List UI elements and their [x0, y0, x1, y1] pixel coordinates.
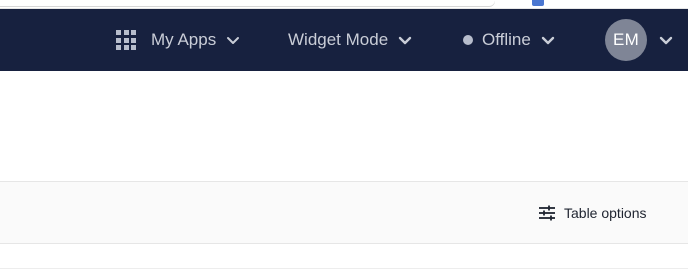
- status-menu-button[interactable]: Offline: [463, 9, 555, 71]
- avatar-initials: EM: [613, 30, 639, 49]
- chevron-down-icon: [226, 33, 240, 47]
- user-menu-button[interactable]: EM: [605, 9, 673, 71]
- chevron-down-icon: [659, 33, 673, 47]
- content-area: [0, 71, 688, 181]
- extension-icon[interactable]: [532, 0, 544, 6]
- table-options-label: Table options: [564, 204, 647, 221]
- app-header: My Apps Widget Mode Offline EM: [0, 9, 688, 71]
- table-toolbar: Table options: [0, 181, 688, 244]
- browser-toolbar-edge: [0, 0, 688, 9]
- avatar: EM: [605, 19, 647, 61]
- chevron-down-icon: [398, 33, 412, 47]
- my-apps-label: My Apps: [151, 30, 217, 49]
- widget-mode-label: Widget Mode: [288, 30, 389, 49]
- widget-mode-menu-button[interactable]: Widget Mode: [288, 9, 412, 71]
- status-label: Offline: [482, 30, 531, 49]
- address-bar-edge[interactable]: [0, 0, 495, 6]
- chevron-down-icon: [541, 33, 555, 47]
- table-options-button[interactable]: Table options: [538, 182, 647, 243]
- my-apps-menu-button[interactable]: My Apps: [116, 9, 240, 71]
- table-header-row: [0, 244, 688, 269]
- apps-grid-icon: [116, 30, 136, 50]
- sliders-icon: [538, 204, 556, 222]
- status-offline-dot-icon: [463, 35, 473, 45]
